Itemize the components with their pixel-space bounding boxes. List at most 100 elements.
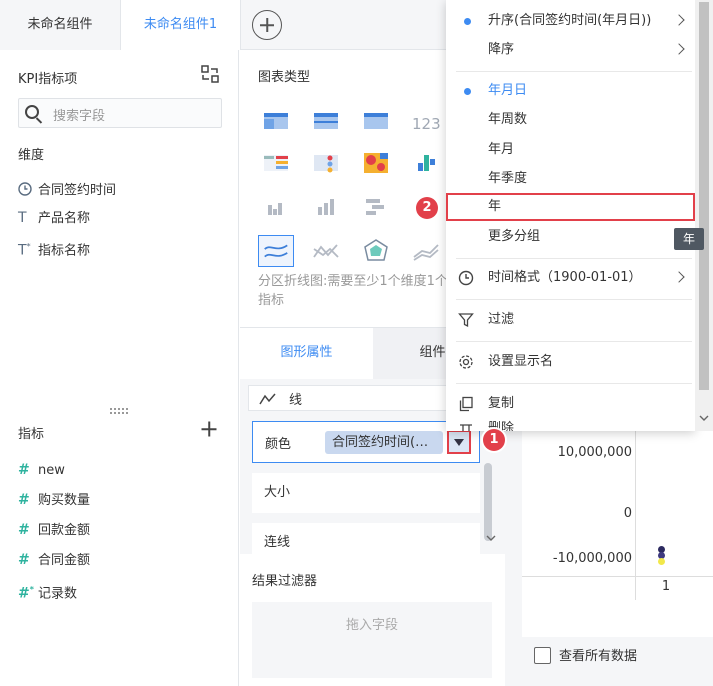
field-search-input[interactable]: 搜索字段 (18, 98, 222, 128)
number-type-icon: # (18, 522, 30, 538)
number-type-icon: # (18, 492, 30, 508)
text-type-icon: T (18, 210, 27, 226)
clock-icon (18, 179, 38, 201)
colored-table-icon[interactable] (258, 147, 294, 179)
number-type-icon: #* (18, 585, 34, 602)
field-panel: KPI指标项 搜索字段 维度 合同签约时间 T 产品名称 T* 指标名称 指标 # n… (0, 50, 239, 686)
stacked-line-icon[interactable] (408, 235, 444, 267)
chart-type-title: 图表类型 (258, 70, 311, 85)
filter-label: 过滤 (488, 312, 515, 327)
mark-type-row[interactable]: 线 (248, 385, 448, 411)
time-format-label: 时间格式（1900-01-01） (488, 270, 642, 285)
add-tab-icon[interactable] (252, 10, 282, 40)
color-field-dropdown-button[interactable] (447, 430, 471, 454)
area-line-chart-icon[interactable] (258, 235, 294, 267)
metric-field[interactable]: # 回款金额 (18, 519, 90, 541)
stacked-bar-icon[interactable] (308, 191, 344, 223)
dimension-field[interactable]: T* 指标名称 (18, 236, 91, 259)
chart-type-description: 分区折线图:需要至少1个维度1个指标 (258, 274, 448, 308)
property-scrollbar[interactable] (484, 463, 492, 541)
text-type-icon: T* (18, 242, 31, 259)
metric-label: 购买数量 (38, 493, 91, 508)
kpi-title: KPI指标项 (18, 72, 78, 87)
radar-chart-icon[interactable] (358, 235, 394, 267)
menu-item-group-ymd[interactable]: 年月日 (446, 76, 695, 106)
metric-label: 记录数 (38, 586, 78, 602)
grouped-table-icon[interactable] (308, 105, 344, 137)
y-axis-tick: -10,000,000 (552, 551, 632, 566)
connect-line-property-row[interactable]: 连线 (252, 523, 480, 554)
tab-unnamed-component-1[interactable]: 未命名组件1 (121, 0, 241, 50)
dimension-field[interactable]: 合同签约时间 (18, 179, 116, 201)
tab-graphic-properties[interactable]: 图形属性 (240, 328, 373, 380)
menu-scrollbar-thumb[interactable] (699, 2, 709, 390)
dimension-field[interactable]: T 产品名称 (18, 207, 90, 229)
heatmap-icon[interactable] (358, 147, 394, 179)
menu-item-group-year-week[interactable]: 年周数 (446, 105, 695, 135)
checkbox-icon[interactable] (534, 647, 551, 664)
menu-item-sort-asc[interactable]: 升序(合同签约时间(年月日)) (446, 6, 695, 36)
menu-divider (456, 383, 692, 384)
field-context-menu: 升序(合同签约时间(年月日)) 降序 年月日 年周数 年月 年季度 年 更多分组… (446, 0, 695, 431)
dot-table-icon[interactable] (308, 147, 344, 179)
chevron-down-icon[interactable] (486, 534, 496, 542)
metric-label: 合同金额 (38, 553, 91, 568)
color-label: 颜色 (265, 437, 292, 452)
search-placeholder: 搜索字段 (53, 109, 106, 124)
menu-item-more-groups[interactable]: 更多分组 (446, 222, 695, 252)
metric-field[interactable]: # 购买数量 (18, 489, 90, 511)
copy-label: 复制 (488, 396, 515, 411)
data-point[interactable] (658, 558, 665, 565)
menu-item-sort-desc[interactable]: 降序 (446, 35, 695, 65)
menu-item-filter[interactable]: 过滤 (446, 305, 695, 335)
metric-field[interactable]: # new (18, 459, 65, 481)
panel-resize-handle[interactable] (110, 408, 128, 414)
y-axis-line (635, 422, 636, 600)
year-item-highlight (446, 193, 695, 221)
metric-field[interactable]: #* 记录数 (18, 579, 78, 602)
svg-text:123: 123 (412, 115, 441, 133)
color-field-pill[interactable]: 合同签约时间(… (325, 431, 443, 454)
menu-item-time-format[interactable]: 时间格式（1900-01-01） (446, 263, 695, 293)
add-metric-icon[interactable] (201, 421, 217, 437)
matrix-chart-icon[interactable] (408, 147, 444, 179)
sort-asc-label: 升序(合同签约时间(年月日)) (488, 13, 652, 28)
sort-desc-label: 降序 (488, 42, 515, 57)
chevron-down-icon[interactable] (699, 414, 709, 422)
grouped-bar-icon[interactable] (258, 191, 294, 223)
metric-label: 回款金额 (38, 523, 91, 538)
see-all-data-checkbox[interactable]: 查看所有数据 (534, 645, 637, 664)
menu-divider (456, 258, 692, 259)
kpi-switch-icon[interactable] (201, 65, 219, 83)
menu-divider (456, 299, 692, 300)
chevron-right-icon (673, 14, 685, 26)
metric-field[interactable]: # 合同金额 (18, 549, 90, 571)
x-axis-line (522, 576, 713, 577)
table-chart-icon[interactable] (258, 105, 294, 137)
tab-unnamed-component[interactable]: 未命名组件 (0, 0, 121, 50)
number-type-icon: # (18, 552, 30, 568)
dimension-label: 指标名称 (38, 243, 91, 259)
filter-drop-area[interactable]: 拖入字段 (252, 602, 492, 678)
copy-icon (459, 396, 473, 412)
hover-tooltip: 年 (674, 228, 704, 250)
menu-item-group-year-month[interactable]: 年月 (446, 135, 695, 165)
menu-item-delete[interactable]: 删除 (446, 414, 695, 431)
menu-scrollbar[interactable] (695, 0, 713, 431)
cross-table-icon[interactable] (358, 105, 394, 137)
gear-icon (459, 355, 473, 369)
size-property-row[interactable]: 大小 (252, 473, 480, 513)
bar-range-icon[interactable] (358, 191, 394, 223)
line-chart-icon[interactable] (308, 235, 344, 267)
menu-item-group-year-quarter[interactable]: 年季度 (446, 164, 695, 194)
chevron-right-icon (673, 43, 685, 55)
x-axis-tick: 1 (661, 579, 671, 594)
trash-icon (460, 424, 472, 431)
see-all-label: 查看所有数据 (559, 649, 638, 664)
metric-title: 指标 (18, 427, 45, 442)
kpi-number-icon[interactable]: 123 (408, 105, 444, 137)
set-name-label: 设置显示名 (488, 354, 554, 369)
menu-item-set-display-name[interactable]: 设置显示名 (446, 347, 695, 377)
number-type-icon: # (18, 462, 30, 478)
dimension-label: 合同签约时间 (38, 183, 117, 198)
